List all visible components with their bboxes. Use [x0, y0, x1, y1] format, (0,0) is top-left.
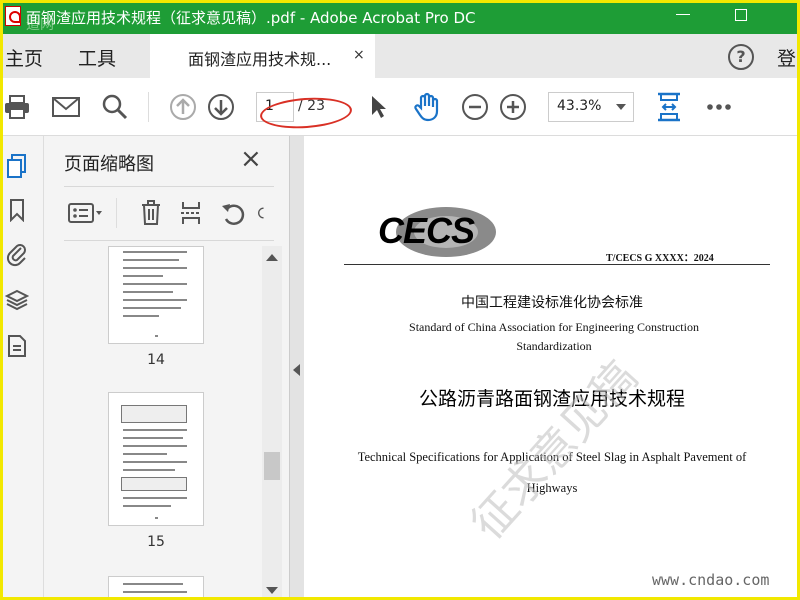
insert-page-icon[interactable] [176, 198, 206, 228]
document-view: CECS T/CECS G XXXX：2024 中国工程建设标准化协会标准 St… [304, 136, 800, 600]
tab-bar: 主页 工具 面钢渣应用技术规... × ? 登 [0, 34, 800, 78]
thumbnail-scrollbar[interactable] [262, 246, 282, 600]
zoom-level-select[interactable]: 43.3% [548, 92, 634, 122]
scroll-thumb[interactable] [264, 452, 280, 480]
document-tab-label: 面钢渣应用技术规... [188, 50, 332, 69]
thumbnail-options-icon[interactable] [66, 198, 106, 228]
rotate-left-icon[interactable] [218, 198, 248, 228]
tools-tab[interactable]: 工具 [78, 44, 116, 71]
maximize-button[interactable] [735, 9, 747, 21]
thumbnail-page-label: 14 [147, 352, 165, 368]
scroll-up-icon[interactable] [266, 254, 278, 261]
page-thumbnails-panel: 页面缩略图 × 14 15 [44, 136, 290, 600]
panel-toolbar-divider [116, 198, 117, 228]
site-url-watermark: www.cndao.com [652, 571, 770, 589]
header-rule [344, 264, 770, 265]
window-title: 面钢渣应用技术规程（征求意见稿）.pdf - Adobe Acrobat Pro… [26, 9, 476, 27]
zoom-level-value: 43.3% [557, 98, 602, 114]
toolbar-divider [148, 92, 149, 122]
login-link[interactable]: 登 [777, 44, 796, 71]
page-thumbnail-14[interactable] [108, 246, 204, 344]
zoom-in-icon[interactable] [498, 92, 528, 122]
main-toolbar: 1 / 23 43.3% [0, 78, 800, 136]
standard-number: T/CECS G XXXX：2024 [606, 253, 714, 264]
panel-title: 页面缩略图 [64, 154, 154, 175]
panel-divider [64, 186, 274, 187]
layers-icon[interactable] [4, 286, 30, 314]
page-thumbnails-icon[interactable] [4, 152, 30, 180]
search-icon[interactable] [100, 92, 130, 122]
navigation-rail [0, 136, 44, 600]
document-tab[interactable]: 面钢渣应用技术规... × [150, 34, 375, 78]
rotate-right-icon[interactable] [256, 198, 270, 228]
close-icon[interactable]: × [240, 144, 262, 174]
chevron-down-icon [616, 104, 626, 110]
email-icon[interactable] [51, 92, 81, 122]
page-thumbnail-16[interactable] [108, 576, 204, 600]
delete-page-icon[interactable] [136, 198, 166, 228]
content-icon[interactable] [4, 332, 30, 360]
scroll-down-icon[interactable] [266, 587, 278, 594]
page-thumbnail-15[interactable] [108, 392, 204, 526]
previous-page-icon[interactable] [168, 92, 198, 122]
attachment-icon[interactable] [4, 240, 30, 268]
bookmark-icon[interactable] [4, 196, 30, 224]
site-watermark: 道网 [26, 17, 54, 33]
more-options-icon[interactable] [704, 92, 734, 122]
fit-page-icon[interactable] [654, 92, 684, 122]
title-bar: 面钢渣应用技术规程（征求意见稿）.pdf - Adobe Acrobat Pro… [0, 0, 800, 34]
thumbnail-page-label: 15 [147, 534, 165, 550]
acrobat-icon [5, 6, 21, 26]
organization-cn: 中国工程建设标准化协会标准 [461, 295, 643, 311]
hand-tool-icon[interactable] [412, 92, 442, 122]
logo-text: CECS [378, 210, 475, 251]
select-tool-icon[interactable] [364, 92, 394, 122]
next-page-icon[interactable] [206, 92, 236, 122]
minimize-button[interactable] [676, 14, 690, 15]
organization-en: Standard of China Association for Engine… [409, 320, 699, 353]
panel-collapse-strip[interactable] [290, 136, 304, 600]
home-tab[interactable]: 主页 [5, 44, 43, 71]
close-tab-icon[interactable]: × [353, 47, 365, 63]
print-icon[interactable] [2, 92, 32, 122]
zoom-out-icon[interactable] [460, 92, 490, 122]
collapse-left-icon[interactable] [293, 364, 300, 376]
help-icon[interactable]: ? [728, 44, 754, 70]
